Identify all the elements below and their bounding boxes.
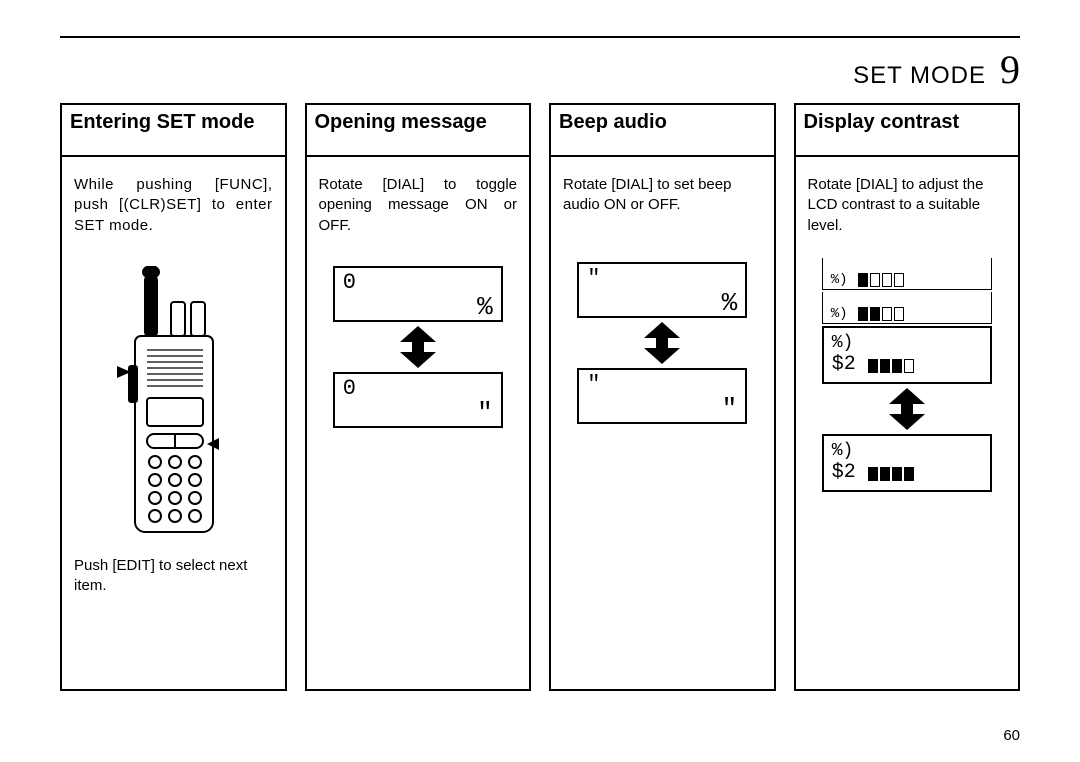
- lcd-value: ": [477, 400, 493, 426]
- col-entering-set-mode: Entering SET mode While pushing [FUNC], …: [60, 103, 287, 691]
- col-body: While pushing [FUNC], push [(CLR)SET] to…: [62, 157, 285, 689]
- contrast-bars: [858, 271, 904, 287]
- col-body: Rotate [DIAL] to adjust the LCD contrast…: [796, 157, 1019, 689]
- bar-segment: [858, 307, 868, 321]
- lcd-value: %: [722, 290, 738, 316]
- col-title: Opening message: [307, 105, 530, 157]
- lcd-beep-on: " %: [577, 262, 747, 318]
- instruction-text: Rotate [DIAL] to toggle opening message …: [319, 175, 518, 236]
- bar-segment: [880, 467, 890, 481]
- instruction-text: Rotate [DIAL] to adjust the LCD contrast…: [808, 175, 1007, 236]
- col-opening-message: Opening message Rotate [DIAL] to toggle …: [305, 103, 532, 691]
- bar-segment: [868, 359, 878, 373]
- lcd-label-bot: $2: [832, 462, 856, 484]
- lcd-contrast-level: %)$2: [822, 326, 992, 384]
- lcd-value: 0: [343, 378, 356, 400]
- bar-segment: [880, 359, 890, 373]
- bar-segment: [892, 467, 902, 481]
- footer-instruction: Push [EDIT] to select next item.: [74, 556, 273, 597]
- lcd-label-top: %): [832, 442, 982, 462]
- col-body: Rotate [DIAL] to set beep audio ON or OF…: [551, 157, 774, 689]
- col-display-contrast: Display contrast Rotate [DIAL] to adjust…: [794, 103, 1021, 691]
- instruction-text: Rotate [DIAL] to set beep audio ON or OF…: [563, 175, 762, 216]
- lcd-beep-off: " ": [577, 368, 747, 424]
- lcd-value: 0: [343, 272, 356, 294]
- top-rule: [60, 36, 1020, 38]
- bar-segment: [904, 467, 914, 481]
- lcd-value: ": [722, 396, 738, 422]
- updown-arrow-icon: [396, 326, 440, 368]
- contrast-examples: %)%)%)$2%)$2: [808, 258, 1007, 492]
- bar-segment: [904, 359, 914, 373]
- col-beep-audio: Beep audio Rotate [DIAL] to set beep aud…: [549, 103, 776, 691]
- contrast-bars: [868, 465, 914, 481]
- col-title: Entering SET mode: [62, 105, 285, 157]
- lcd-label-bot: $2: [832, 354, 856, 376]
- lcd-label-top: %): [831, 274, 848, 287]
- page-header: SET MODE 9: [60, 46, 1020, 93]
- lcd-opening-on: 0 %: [333, 266, 503, 322]
- handheld-radio-icon: [103, 266, 243, 536]
- manual-page: SET MODE 9 Entering SET mode While pushi…: [0, 0, 1080, 762]
- contrast-bars: [858, 305, 904, 321]
- updown-arrow-icon: [640, 322, 684, 364]
- bar-segment: [894, 307, 904, 321]
- col-body: Rotate [DIAL] to toggle opening message …: [307, 157, 530, 689]
- col-title: Display contrast: [796, 105, 1019, 157]
- bar-segment: [882, 273, 892, 287]
- page-number: 60: [1003, 727, 1020, 744]
- bar-segment: [868, 467, 878, 481]
- lcd-label-top: %): [831, 308, 848, 321]
- bar-segment: [894, 273, 904, 287]
- instruction-text: While pushing [FUNC], push [(CLR)SET] to…: [74, 175, 273, 236]
- lcd-value: ": [587, 268, 600, 290]
- bar-segment: [892, 359, 902, 373]
- lcd-opening-off: 0 ": [333, 372, 503, 428]
- col-title: Beep audio: [551, 105, 774, 157]
- section-title: SET MODE: [853, 62, 986, 90]
- lcd-label-top: %): [832, 334, 982, 354]
- bar-segment: [870, 307, 880, 321]
- section-number: 9: [1000, 46, 1020, 93]
- lcd-contrast-level: %)$2: [822, 434, 992, 492]
- lcd-value: ": [587, 374, 600, 396]
- updown-arrow-icon: [885, 388, 929, 430]
- lcd-contrast-level: %): [822, 258, 992, 290]
- columns-container: Entering SET mode While pushing [FUNC], …: [60, 103, 1020, 691]
- bar-segment: [858, 273, 868, 287]
- bar-segment: [870, 273, 880, 287]
- lcd-value: %: [477, 294, 493, 320]
- contrast-bars: [868, 357, 914, 373]
- lcd-contrast-level: %): [822, 292, 992, 324]
- bar-segment: [882, 307, 892, 321]
